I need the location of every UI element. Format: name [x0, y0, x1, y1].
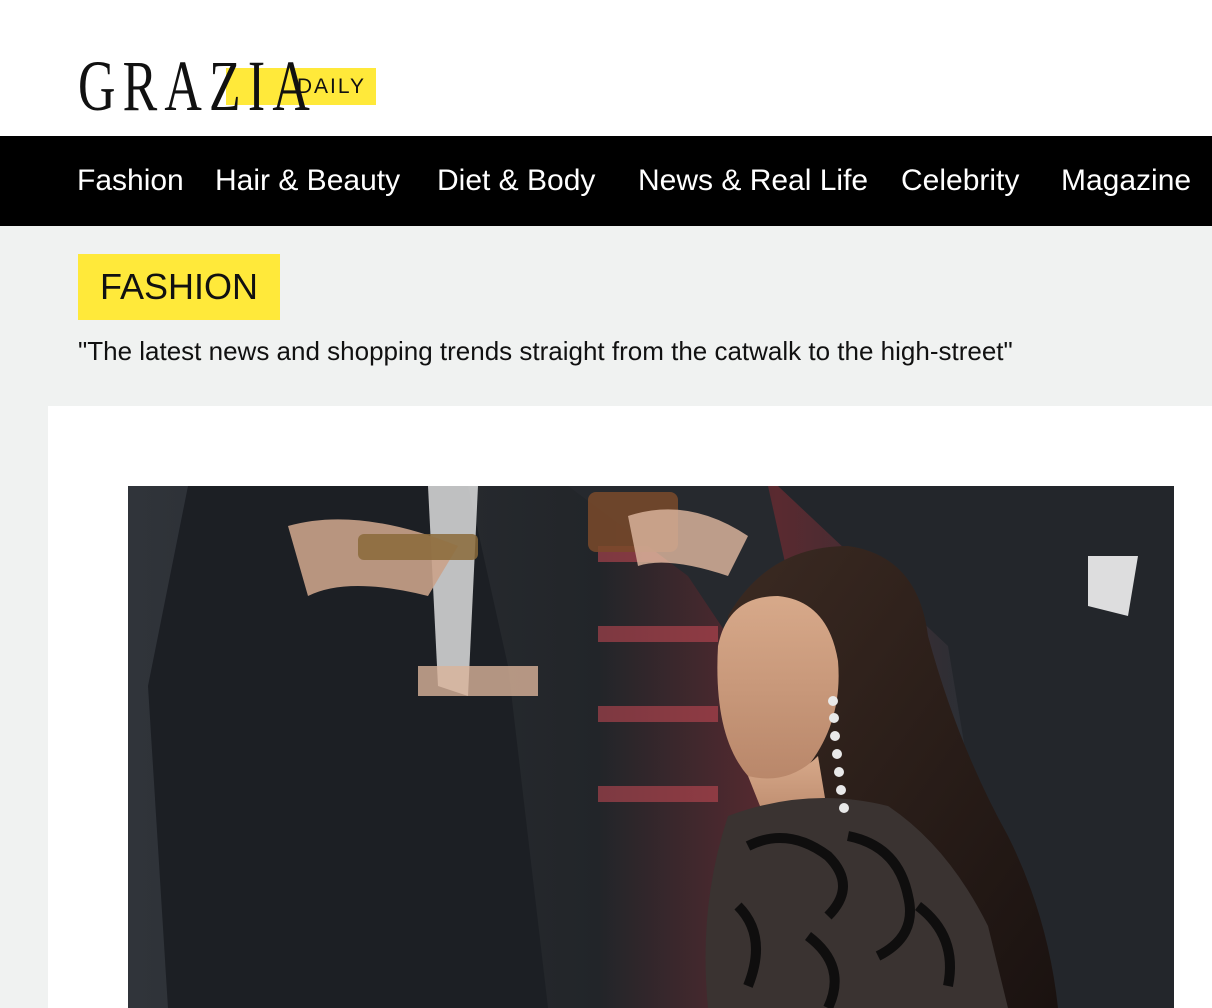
site-header: GRAZIA DAILY: [0, 0, 1212, 136]
grazia-daily-logo[interactable]: GRAZIA DAILY: [78, 46, 376, 126]
nav-item-magazine[interactable]: Magazine: [1061, 136, 1191, 226]
section-description: "The latest news and shopping trends str…: [78, 336, 1013, 366]
nav-item-celebrity[interactable]: Celebrity: [901, 136, 1019, 226]
hero-photo-illustration: [128, 486, 1174, 1008]
nav-item-hair-beauty[interactable]: Hair & Beauty: [215, 136, 400, 226]
nav-item-fashion[interactable]: Fashion: [77, 136, 184, 226]
hero-image[interactable]: [128, 486, 1174, 1008]
main-nav: Fashion Hair & Beauty Diet & Body News &…: [0, 136, 1212, 226]
logo-wordmark: GRAZIA: [78, 46, 318, 126]
content-card: [48, 406, 1212, 1008]
nav-item-diet-body[interactable]: Diet & Body: [437, 136, 595, 226]
nav-item-news-real-life[interactable]: News & Real Life: [638, 136, 868, 226]
section-tag: FASHION: [78, 254, 280, 320]
